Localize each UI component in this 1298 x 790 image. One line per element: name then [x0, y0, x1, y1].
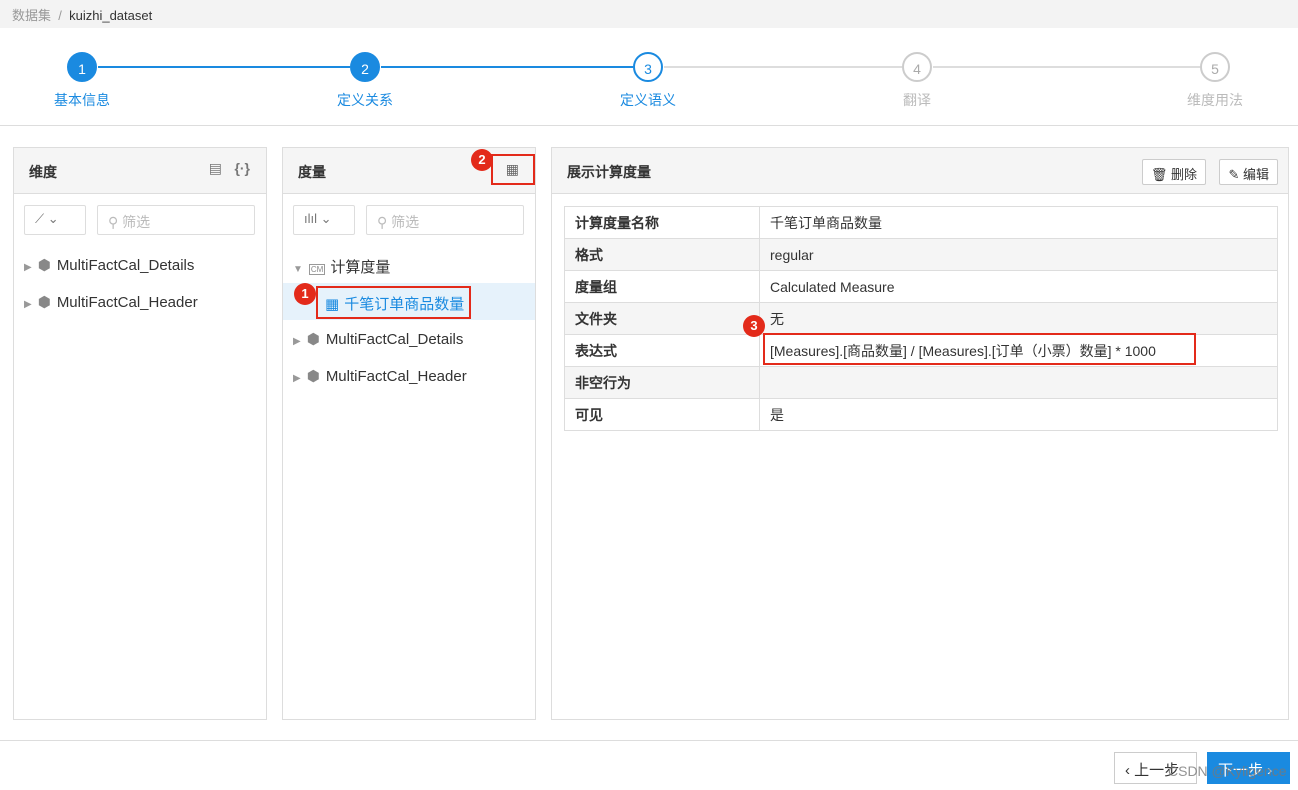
add-expression-icon[interactable]: {·}: [234, 160, 250, 176]
tree-item[interactable]: ▶ ⬢ MultiFactCal_Header: [24, 293, 198, 311]
breadcrumb-root[interactable]: 数据集: [12, 8, 51, 23]
expand-icon[interactable]: ▶: [293, 336, 301, 347]
step-label: 基本信息: [54, 92, 110, 108]
dimension-panel: 维度 ▤ {·} ⟋ ⌄ ⚲ 筛选 ▶ ⬢ MultiFactCal_Details…: [13, 147, 267, 720]
stepper: 1 基本信息 2 定义关系 3 定义语义 4 翻译 5 维度用法: [0, 28, 1298, 126]
tree-item[interactable]: ▶ ⬢ MultiFactCal_Header: [293, 367, 467, 385]
measure-type-select[interactable]: ılıl ⌄: [293, 205, 355, 235]
step-5[interactable]: 5 维度用法: [1155, 52, 1275, 110]
tree-label: MultiFactCal_Header: [56, 294, 198, 311]
property-value: Calculated Measure: [759, 270, 1278, 303]
panel-title: 度量: [298, 164, 326, 180]
annotation-badge: 2: [471, 149, 493, 171]
property-row: 非空行为: [564, 366, 1278, 399]
step-number: 1: [67, 52, 97, 82]
filter-placeholder: 筛选: [122, 214, 151, 230]
dimension-filter-input[interactable]: ⚲ 筛选: [97, 205, 255, 235]
dimension-type-select[interactable]: ⟋ ⌄: [24, 205, 86, 235]
property-value: regular: [759, 238, 1278, 271]
collapse-icon[interactable]: ▼: [293, 264, 303, 275]
property-value: [759, 366, 1278, 399]
expand-icon[interactable]: ▶: [24, 299, 32, 310]
step-2[interactable]: 2 定义关系: [305, 52, 425, 110]
property-value: 无: [759, 302, 1278, 335]
trash-icon: 🗑: [1150, 167, 1168, 182]
delete-button[interactable]: 🗑 删除: [1141, 159, 1206, 185]
property-value: 是: [759, 398, 1278, 431]
button-label: 编辑: [1242, 167, 1269, 182]
step-1[interactable]: 1 基本信息: [22, 52, 142, 110]
property-row: 可见是: [564, 398, 1278, 431]
property-value: 千笔订单商品数量: [759, 206, 1278, 239]
breadcrumb-current: kuizhi_dataset: [69, 8, 153, 23]
step-number: 2: [350, 52, 380, 82]
watermark: CSDN @Kyligence: [1168, 763, 1287, 779]
property-key: 计算度量名称: [564, 206, 760, 239]
property-row: 文件夹无: [564, 302, 1278, 335]
tree-item[interactable]: ▶ ⬢ MultiFactCal_Details: [24, 256, 194, 274]
tree-label: MultiFactCal_Header: [325, 368, 467, 385]
tree-group[interactable]: ▼ CM 计算度量: [293, 256, 390, 277]
property-key: 度量组: [564, 270, 760, 303]
step-label: 翻译: [903, 92, 931, 108]
property-row: 度量组 Calculated Measure: [564, 270, 1278, 303]
tree-label: MultiFactCal_Details: [56, 257, 195, 274]
button-label: 删除: [1170, 167, 1197, 182]
measure-panel: 度量 ▦ ılıl ⌄ ⚲ 筛选 ▼ CM 计算度量 ▦ 千笔订单商品数量 ▶ ⬢ Mul…: [282, 147, 536, 720]
panel-title: 维度: [29, 164, 57, 180]
property-key: 表达式: [564, 334, 760, 367]
expand-icon[interactable]: ▶: [293, 373, 301, 384]
tree-label: 计算度量: [330, 259, 391, 276]
cube-icon: ⬢: [306, 368, 320, 385]
step-number: 3: [633, 52, 663, 82]
expand-icon[interactable]: ▶: [24, 262, 32, 273]
add-table-icon[interactable]: ▤: [209, 160, 222, 177]
edit-button[interactable]: ✎ 编辑: [1219, 159, 1278, 185]
property-row: 计算度量名称 千笔订单商品数量: [564, 206, 1278, 239]
highlight-box: [491, 154, 535, 185]
cube-icon: ⬢: [37, 294, 51, 311]
step-3[interactable]: 3 定义语义: [588, 52, 708, 110]
step-label: 定义关系: [337, 92, 393, 108]
pencil-icon: ✎: [1228, 167, 1240, 182]
panel-title: 展示计算度量: [567, 164, 651, 180]
highlight-box: [763, 333, 1196, 365]
property-row: 格式 regular: [564, 238, 1278, 271]
step-4[interactable]: 4 翻译: [857, 52, 977, 110]
cm-icon: CM: [308, 264, 326, 275]
breadcrumb: 数据集 / kuizhi_dataset: [0, 0, 1298, 28]
cube-icon: ⬢: [306, 331, 320, 348]
step-number: 4: [902, 52, 932, 82]
property-key: 格式: [564, 238, 760, 271]
tree-item[interactable]: ▶ ⬢ MultiFactCal_Details: [293, 330, 463, 348]
cube-icon: ⬢: [37, 257, 51, 274]
highlight-box: [316, 286, 471, 319]
measure-properties-table: 计算度量名称 千笔订单商品数量 格式 regular 度量组 Calculated Mea…: [564, 206, 1278, 431]
measure-filter-input[interactable]: ⚲ 筛选: [366, 205, 524, 235]
property-key: 非空行为: [564, 366, 760, 399]
property-key: 可见: [564, 398, 760, 431]
step-label: 维度用法: [1187, 92, 1243, 108]
detail-panel: 展示计算度量 🗑 删除 ✎ 编辑 计算度量名称 千笔订单商品数量 格式 regular…: [551, 147, 1289, 720]
step-label: 定义语义: [620, 92, 676, 108]
footer-divider: [0, 740, 1298, 741]
filter-placeholder: 筛选: [391, 214, 420, 230]
property-key: 文件夹: [564, 302, 760, 335]
annotation-badge: 1: [294, 283, 316, 305]
breadcrumb-sep: /: [58, 8, 62, 23]
tree-label: MultiFactCal_Details: [325, 331, 464, 348]
annotation-badge: 3: [743, 315, 765, 337]
step-number: 5: [1200, 52, 1230, 82]
